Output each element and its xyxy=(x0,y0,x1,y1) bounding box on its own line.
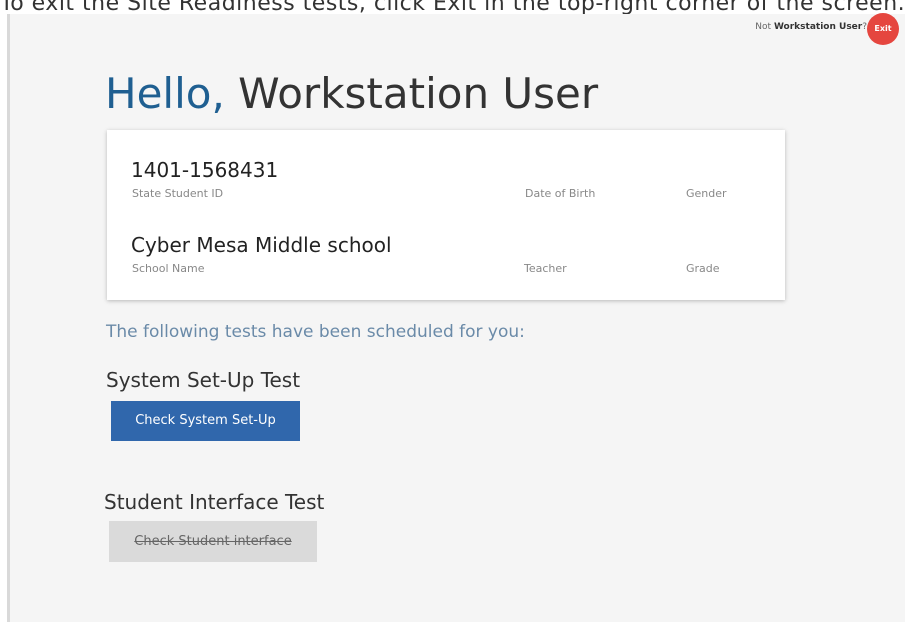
not-user-name: Workstation User xyxy=(773,22,863,32)
dob-label: Date of Birth xyxy=(525,187,596,200)
system-test-title: System Set-Up Test xyxy=(106,368,301,392)
not-user-prefix: Not xyxy=(755,22,772,32)
check-student-interface-button: Check Student interface xyxy=(109,521,317,562)
page-title: Hello, Workstation User xyxy=(105,68,598,120)
greeting-user-name: Workstation User xyxy=(238,69,599,118)
student-id-label: State Student ID xyxy=(132,187,224,200)
check-system-setup-button[interactable]: Check System Set-Up xyxy=(111,401,300,441)
exit-button[interactable]: Exit xyxy=(867,13,899,45)
gender-label: Gender xyxy=(686,187,727,200)
school-name-label: School Name xyxy=(132,262,205,275)
student-id-value: 1401-1568431 xyxy=(131,158,279,182)
teacher-label: Teacher xyxy=(524,262,567,275)
top-instruction-text: To exit the Site Readiness tests, click … xyxy=(0,0,905,15)
scheduled-tests-intro: The following tests have been scheduled … xyxy=(106,322,525,342)
grade-label: Grade xyxy=(686,262,720,275)
not-user-link[interactable]: Not Workstation User? xyxy=(755,22,867,32)
student-info-card: 1401-1568431 State Student ID Date of Bi… xyxy=(107,130,785,300)
greeting-hello: Hello, xyxy=(105,69,225,118)
school-name-value: Cyber Mesa Middle school xyxy=(131,233,392,257)
interface-test-title: Student Interface Test xyxy=(104,490,325,514)
